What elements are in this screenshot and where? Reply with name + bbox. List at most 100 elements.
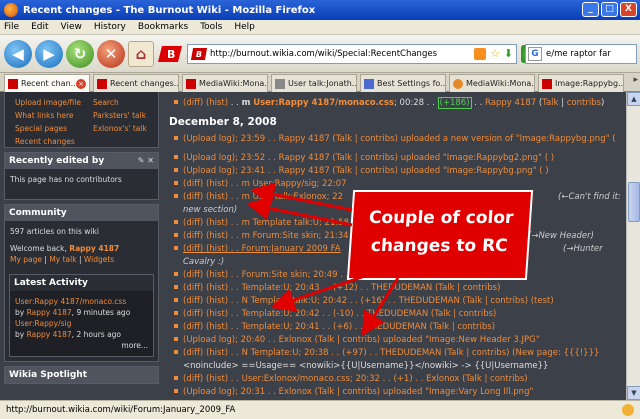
menu-edit[interactable]: Edit: [31, 22, 48, 32]
search-box[interactable]: G e/me raptor far: [525, 44, 637, 64]
rc-entry-text[interactable]: (diff) (hist) . . m User:Rappy/sig; 22:0…: [183, 179, 347, 189]
link-search[interactable]: Search: [93, 98, 119, 107]
rc-entry-text[interactable]: (diff) (hist) . . m User talk:Exlonox; 2…: [183, 192, 343, 202]
stop-button[interactable]: ✕: [97, 39, 125, 68]
home-button[interactable]: ⌂: [128, 40, 154, 67]
scroll-up-icon[interactable]: ▲: [627, 92, 640, 106]
link-what-links-here[interactable]: What links here: [15, 111, 74, 120]
menu-history[interactable]: History: [94, 22, 126, 32]
rc-entry-text[interactable]: (diff) (hist) . . Forum:January 2009 FA: [183, 244, 341, 254]
rc-entry-text[interactable]: (Upload log); 23:52 . . Rappy 4187 (Talk…: [183, 153, 554, 163]
activity-meta: by Rappy 4187, 2 hours ago: [15, 329, 148, 340]
bullet-icon: [174, 168, 178, 172]
box-tools-icon[interactable]: ✎ ✕: [138, 156, 154, 165]
rc-entry-text[interactable]: (diff) (hist) . . N Template:U; 20:38 . …: [183, 348, 599, 358]
tab-close-icon[interactable]: ×: [76, 78, 86, 89]
rc-entry-text[interactable]: (Upload log); 20:40 . . Exlonox (Talk | …: [183, 335, 540, 345]
rc-entry-text[interactable]: (Upload log); 20:31 . . Exlonox (Talk | …: [183, 387, 533, 397]
activity-page-link[interactable]: User:Rappy 4187/monaco.css: [15, 296, 148, 307]
menu-bookmarks[interactable]: Bookmarks: [138, 22, 188, 32]
tab-recent-changes-2[interactable]: Recent changes...: [93, 74, 179, 92]
my-talk-link[interactable]: My talk: [49, 255, 76, 264]
wikia-bookmark-icon[interactable]: B: [157, 44, 183, 64]
activity-page-link[interactable]: User:Rappy/sig: [15, 318, 148, 329]
link-special-pages[interactable]: Special pages: [15, 124, 67, 133]
tab-label: Best Settings fo...: [377, 79, 446, 88]
url-text[interactable]: http://burnout.wikia.com/wiki/Special:Re…: [210, 49, 437, 59]
back-button[interactable]: ◀: [4, 39, 32, 68]
hist-link[interactable]: (hist): [206, 98, 228, 108]
annotation-line-1: Couple of color: [368, 208, 515, 228]
scroll-down-icon[interactable]: ▼: [627, 386, 640, 400]
bookmark-star-icon[interactable]: ☆: [490, 47, 500, 60]
google-search-icon[interactable]: G: [528, 47, 542, 61]
tab-mediawiki-monaco-2[interactable]: MediaWiki:Mona...: [449, 74, 535, 92]
tab-recent-changes[interactable]: Recent chan... ×: [4, 74, 90, 92]
vertical-scrollbar[interactable]: ▲ ▼: [626, 92, 640, 400]
menu-tools[interactable]: Tools: [200, 22, 222, 32]
rss-feed-icon[interactable]: [474, 47, 486, 60]
menu-help[interactable]: Help: [234, 22, 255, 32]
download-icon[interactable]: ⬇: [504, 47, 513, 60]
rc-row: (Upload log); 23:52 . . Rappy 4187 (Talk…: [169, 152, 620, 165]
sidebar: Upload image/file Search What links here…: [4, 92, 159, 400]
scroll-thumb[interactable]: [628, 182, 640, 222]
rc-entry-text[interactable]: (Upload log); 23:59 . . Rappy 4187 (Talk…: [183, 134, 616, 144]
close-button[interactable]: X: [620, 2, 637, 17]
wikia-favicon-icon: [186, 78, 196, 89]
rc-entry-text[interactable]: (diff) (hist) . . Template:U; 20:42 . . …: [183, 309, 496, 319]
link-recent-changes[interactable]: Recent changes: [15, 137, 75, 146]
activity-when: , 2 hours ago: [71, 330, 122, 339]
reload-button[interactable]: ↻: [66, 39, 94, 68]
talk-link[interactable]: Talk: [542, 98, 558, 108]
stop-icon: ✕: [104, 44, 118, 63]
rc-row: (diff) (hist) . . Template:U; 20:41 . . …: [169, 321, 620, 334]
search-input[interactable]: e/me raptor far: [546, 49, 611, 59]
bullet-icon: [174, 194, 178, 198]
latest-activity-title: Latest Activity: [14, 278, 88, 288]
rc-entry-text[interactable]: (diff) (hist) . . User:Exlonox/monaco.cs…: [183, 374, 528, 384]
user-link[interactable]: Rappy 4187: [485, 98, 536, 108]
rc-entry-text[interactable]: (diff) (hist) . . m Template talk:U; 21:…: [183, 218, 349, 228]
user-links: My page | My talk | Widgets: [10, 255, 115, 264]
link-exlonox-talk[interactable]: Exlonox's' talk: [93, 124, 147, 133]
activity-user-link[interactable]: Rappy 4187: [27, 330, 72, 339]
bullet-icon: [174, 337, 178, 341]
tab-label: MediaWiki:Mona...: [466, 79, 535, 88]
bullet-icon: [174, 311, 178, 315]
rc-entry-text[interactable]: (diff) (hist) . . N Template talk:U; 20:…: [183, 296, 554, 306]
tab-mediawiki-monaco[interactable]: MediaWiki:Mona...: [182, 74, 268, 92]
bullet-icon: [174, 136, 178, 140]
diff-link[interactable]: (diff): [183, 98, 203, 108]
page-link[interactable]: User:Rappy 4187/monaco.css: [253, 98, 394, 108]
rc-row-summary: <noinclude> ==Usage== <nowiki>{{U|Userna…: [183, 361, 549, 371]
forward-button[interactable]: ▶: [35, 39, 63, 68]
maximize-button[interactable]: □: [601, 2, 618, 17]
url-bar[interactable]: B http://burnout.wikia.com/wiki/Special:…: [187, 43, 517, 64]
tab-user-talk[interactable]: User talk:Jonath...: [271, 74, 357, 92]
status-addon-icon[interactable]: [622, 404, 634, 416]
tab-best-settings[interactable]: Best Settings fo...: [360, 74, 446, 92]
contribs-link[interactable]: contribs: [567, 98, 601, 108]
bullet-icon: [174, 100, 178, 104]
my-page-link[interactable]: My page: [10, 255, 42, 264]
tab-image-rappybg[interactable]: Image:Rappybg...: [538, 74, 624, 92]
edit-summary: (←Can't find it:: [558, 192, 621, 202]
more-link[interactable]: more...: [15, 340, 148, 351]
minimize-button[interactable]: _: [582, 2, 599, 17]
annotation-callout: Couple of color changes to RC: [346, 190, 534, 280]
welcome-user-link[interactable]: Rappy 4187: [69, 244, 119, 253]
rc-entry-text[interactable]: (Upload log); 23:41 . . Rappy 4187 (Talk…: [183, 166, 549, 176]
link-upload-file[interactable]: Upload image/file: [15, 98, 81, 107]
user-favicon-icon: [275, 78, 285, 89]
menu-file[interactable]: File: [4, 22, 19, 32]
widgets-link[interactable]: Widgets: [84, 255, 114, 264]
bullet-icon: [174, 350, 178, 354]
rc-entry-text[interactable]: (diff) (hist) . . Template:U; 20:41 . . …: [183, 322, 495, 332]
tab-list-icon[interactable]: ▸: [633, 75, 638, 85]
menu-view[interactable]: View: [61, 22, 82, 32]
activity-user-link[interactable]: Rappy 4187: [27, 308, 72, 317]
rc-entry-text[interactable]: (diff) (hist) . . Template:U; 20:43 . . …: [183, 283, 500, 293]
rc-entry-text[interactable]: (diff) (hist) . . m Forum:Site skin; 21:…: [183, 231, 349, 241]
link-parksters-talk[interactable]: Parksters' talk: [93, 111, 146, 120]
